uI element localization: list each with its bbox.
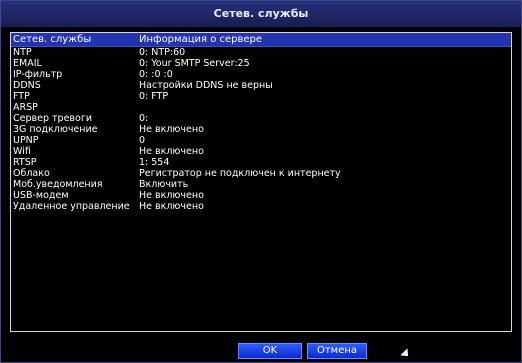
table-row[interactable]: Облако Регистратор не подключен к интерн… xyxy=(11,168,511,179)
service-info: Регистратор не подключен к интернету xyxy=(139,168,341,179)
service-name: Wifi xyxy=(13,146,31,157)
ok-button[interactable]: OK xyxy=(238,343,302,359)
service-name: NTP xyxy=(13,47,32,58)
service-info: Не включено xyxy=(139,190,204,201)
service-name: 3G подключение xyxy=(13,124,98,135)
service-info: 0 xyxy=(139,135,146,146)
service-name: IP-фильтр xyxy=(13,69,63,80)
table-row[interactable]: Сервер тревоги 0: xyxy=(11,113,511,124)
service-name: FTP xyxy=(13,91,30,102)
table-header: Сетев. службы Информация о сервере xyxy=(11,33,511,47)
table-row[interactable]: USB-модем Не включено xyxy=(11,190,511,201)
mouse-cursor-icon xyxy=(400,348,412,360)
table-row[interactable]: UPNP 0 xyxy=(11,135,511,146)
table-row[interactable]: Wifi Не включено xyxy=(11,146,511,157)
service-name: Сервер тревоги xyxy=(13,113,92,124)
service-info: Включить xyxy=(139,179,189,190)
service-name: USB-модем xyxy=(13,190,69,201)
service-name: Моб.уведомления xyxy=(13,179,103,190)
service-info: Не включено xyxy=(139,124,204,135)
table-row[interactable]: Удаленное управление Не включено xyxy=(11,201,511,212)
service-name: Облако xyxy=(13,168,50,179)
services-table: Сетев. службы Информация о сервере NTP 0… xyxy=(10,32,512,332)
service-info: 0: NTP:60 xyxy=(139,47,186,58)
table-row[interactable]: IP-фильтр 0: :0 :0 xyxy=(11,69,511,80)
service-name: DDNS xyxy=(13,80,41,91)
service-info: 0: FTP xyxy=(139,91,169,102)
table-row[interactable]: Моб.уведомления Включить xyxy=(11,179,511,190)
service-info: Настройки DDNS не верны xyxy=(139,80,273,91)
table-row[interactable]: EMAIL 0: Your SMTP Server:25 xyxy=(11,58,511,69)
table-row[interactable]: 3G подключение Не включено xyxy=(11,124,511,135)
table-row[interactable]: NTP 0: NTP:60 xyxy=(11,47,511,58)
service-name: UPNP xyxy=(13,135,39,146)
network-services-window: Сетев. службы Сетев. службы Информация о… xyxy=(0,0,522,363)
cancel-button[interactable]: Отмена xyxy=(307,343,367,359)
table-row[interactable]: RTSP 1: 554 xyxy=(11,157,511,168)
service-info: 0: xyxy=(139,113,149,124)
table-row[interactable]: ARSP xyxy=(11,102,511,113)
service-info: Не включено xyxy=(139,201,204,212)
service-info: Не включено xyxy=(139,146,204,157)
table-row[interactable]: FTP 0: FTP xyxy=(11,91,511,102)
window-title: Сетев. службы xyxy=(1,1,521,27)
header-info: Информация о сервере xyxy=(139,34,263,45)
service-info: 0: :0 :0 xyxy=(139,69,173,80)
header-service: Сетев. службы xyxy=(13,34,92,45)
service-info: 0: Your SMTP Server:25 xyxy=(139,58,250,69)
service-name: ARSP xyxy=(13,102,38,113)
service-name: RTSP xyxy=(13,157,37,168)
table-row[interactable]: DDNS Настройки DDNS не верны xyxy=(11,80,511,91)
service-info: 1: 554 xyxy=(139,157,170,168)
service-name: EMAIL xyxy=(13,58,42,69)
service-name: Удаленное управление xyxy=(13,201,130,212)
